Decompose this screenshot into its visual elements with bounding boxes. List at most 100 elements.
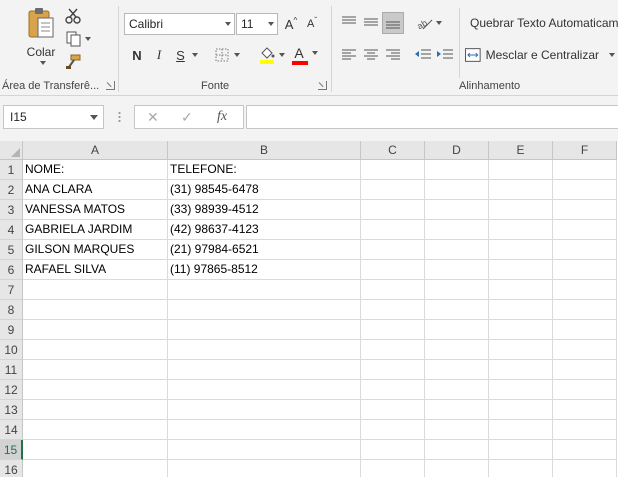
cell-d3[interactable]	[425, 200, 489, 220]
cell-a3[interactable]: VANESSA MATOS	[23, 200, 168, 220]
cell-e11[interactable]	[489, 360, 553, 380]
cell-a10[interactable]	[23, 340, 168, 360]
row-header-4[interactable]: 4	[0, 220, 23, 240]
cell-f8[interactable]	[553, 300, 617, 320]
cell-b4[interactable]: (42) 98637-4123	[168, 220, 361, 240]
cell-d5[interactable]	[425, 240, 489, 260]
cell-c5[interactable]	[361, 240, 425, 260]
select-all-button[interactable]	[0, 141, 23, 160]
cell-c10[interactable]	[361, 340, 425, 360]
row-header-14[interactable]: 14	[0, 420, 23, 440]
row-header-2[interactable]: 2	[0, 180, 23, 200]
cell-a9[interactable]	[23, 320, 168, 340]
row-header-1[interactable]: 1	[0, 160, 23, 180]
font-name-combo[interactable]: Calibri	[124, 13, 235, 35]
clipboard-dialog-launcher[interactable]	[106, 81, 115, 90]
row-header-11[interactable]: 11	[0, 360, 23, 380]
paste-button[interactable]: Colar	[20, 6, 62, 66]
cell-e5[interactable]	[489, 240, 553, 260]
cell-a1[interactable]: NOME:	[23, 160, 168, 180]
cell-c9[interactable]	[361, 320, 425, 340]
cell-a2[interactable]: ANA CLARA	[23, 180, 168, 200]
column-header-c[interactable]: C	[361, 141, 425, 160]
cell-d11[interactable]	[425, 360, 489, 380]
cell-f14[interactable]	[553, 420, 617, 440]
cell-e10[interactable]	[489, 340, 553, 360]
cell-f3[interactable]	[553, 200, 617, 220]
wrap-text-button[interactable]: Quebrar Texto Automaticamente	[465, 12, 618, 34]
cell-c12[interactable]	[361, 380, 425, 400]
cell-d6[interactable]	[425, 260, 489, 280]
row-header-10[interactable]: 10	[0, 340, 23, 360]
shrink-font-button[interactable]: Aˇ	[303, 13, 321, 35]
borders-button[interactable]	[212, 44, 242, 66]
cell-f4[interactable]	[553, 220, 617, 240]
cell-a12[interactable]	[23, 380, 168, 400]
cell-b10[interactable]	[168, 340, 361, 360]
cell-e1[interactable]	[489, 160, 553, 180]
cell-f13[interactable]	[553, 400, 617, 420]
cell-c4[interactable]	[361, 220, 425, 240]
column-header-d[interactable]: D	[425, 141, 489, 160]
cell-e13[interactable]	[489, 400, 553, 420]
cell-f11[interactable]	[553, 360, 617, 380]
column-header-a[interactable]: A	[23, 141, 168, 160]
enter-icon[interactable]: ✓	[181, 109, 193, 126]
row-header-13[interactable]: 13	[0, 400, 23, 420]
cell-b6[interactable]: (11) 97865-8512	[168, 260, 361, 280]
cell-b1[interactable]: TELEFONE:	[168, 160, 361, 180]
cell-c2[interactable]	[361, 180, 425, 200]
orientation-button[interactable]: ab	[414, 12, 444, 34]
name-box[interactable]: I15	[3, 105, 104, 129]
cell-c11[interactable]	[361, 360, 425, 380]
format-painter-button[interactable]	[62, 52, 84, 72]
cell-d15[interactable]	[425, 440, 489, 460]
cell-a11[interactable]	[23, 360, 168, 380]
cell-f2[interactable]	[553, 180, 617, 200]
cell-d16[interactable]	[425, 460, 489, 477]
align-left-button[interactable]	[339, 44, 359, 66]
font-dialog-launcher[interactable]	[318, 81, 327, 90]
font-color-button[interactable]: A	[290, 44, 322, 66]
cell-f12[interactable]	[553, 380, 617, 400]
cell-e9[interactable]	[489, 320, 553, 340]
cell-b9[interactable]	[168, 320, 361, 340]
cell-a8[interactable]	[23, 300, 168, 320]
cell-b11[interactable]	[168, 360, 361, 380]
cell-c13[interactable]	[361, 400, 425, 420]
cell-f7[interactable]	[553, 280, 617, 300]
underline-button[interactable]: S	[171, 44, 203, 66]
cell-b2[interactable]: (31) 98545-6478	[168, 180, 361, 200]
cell-b7[interactable]	[168, 280, 361, 300]
cell-d9[interactable]	[425, 320, 489, 340]
cell-a7[interactable]	[23, 280, 168, 300]
cell-e16[interactable]	[489, 460, 553, 477]
row-header-9[interactable]: 9	[0, 320, 23, 340]
row-header-8[interactable]: 8	[0, 300, 23, 320]
cell-d14[interactable]	[425, 420, 489, 440]
cell-e14[interactable]	[489, 420, 553, 440]
cell-b8[interactable]	[168, 300, 361, 320]
cell-b12[interactable]	[168, 380, 361, 400]
cell-a15[interactable]	[23, 440, 168, 460]
insert-function-icon[interactable]: fx	[217, 109, 227, 125]
cell-e8[interactable]	[489, 300, 553, 320]
row-header-15[interactable]: 15	[0, 440, 23, 460]
formula-input[interactable]	[246, 105, 618, 129]
cell-b15[interactable]	[168, 440, 361, 460]
cell-f9[interactable]	[553, 320, 617, 340]
row-header-3[interactable]: 3	[0, 200, 23, 220]
align-right-button[interactable]	[383, 44, 403, 66]
cell-d13[interactable]	[425, 400, 489, 420]
row-header-5[interactable]: 5	[0, 240, 23, 260]
grow-font-button[interactable]: A ^	[282, 13, 300, 35]
cell-e6[interactable]	[489, 260, 553, 280]
cell-f6[interactable]	[553, 260, 617, 280]
cell-d12[interactable]	[425, 380, 489, 400]
row-header-7[interactable]: 7	[0, 280, 23, 300]
align-bottom-button[interactable]	[382, 12, 404, 34]
cell-a4[interactable]: GABRIELA JARDIM	[23, 220, 168, 240]
cell-a14[interactable]	[23, 420, 168, 440]
cell-d10[interactable]	[425, 340, 489, 360]
cell-d2[interactable]	[425, 180, 489, 200]
